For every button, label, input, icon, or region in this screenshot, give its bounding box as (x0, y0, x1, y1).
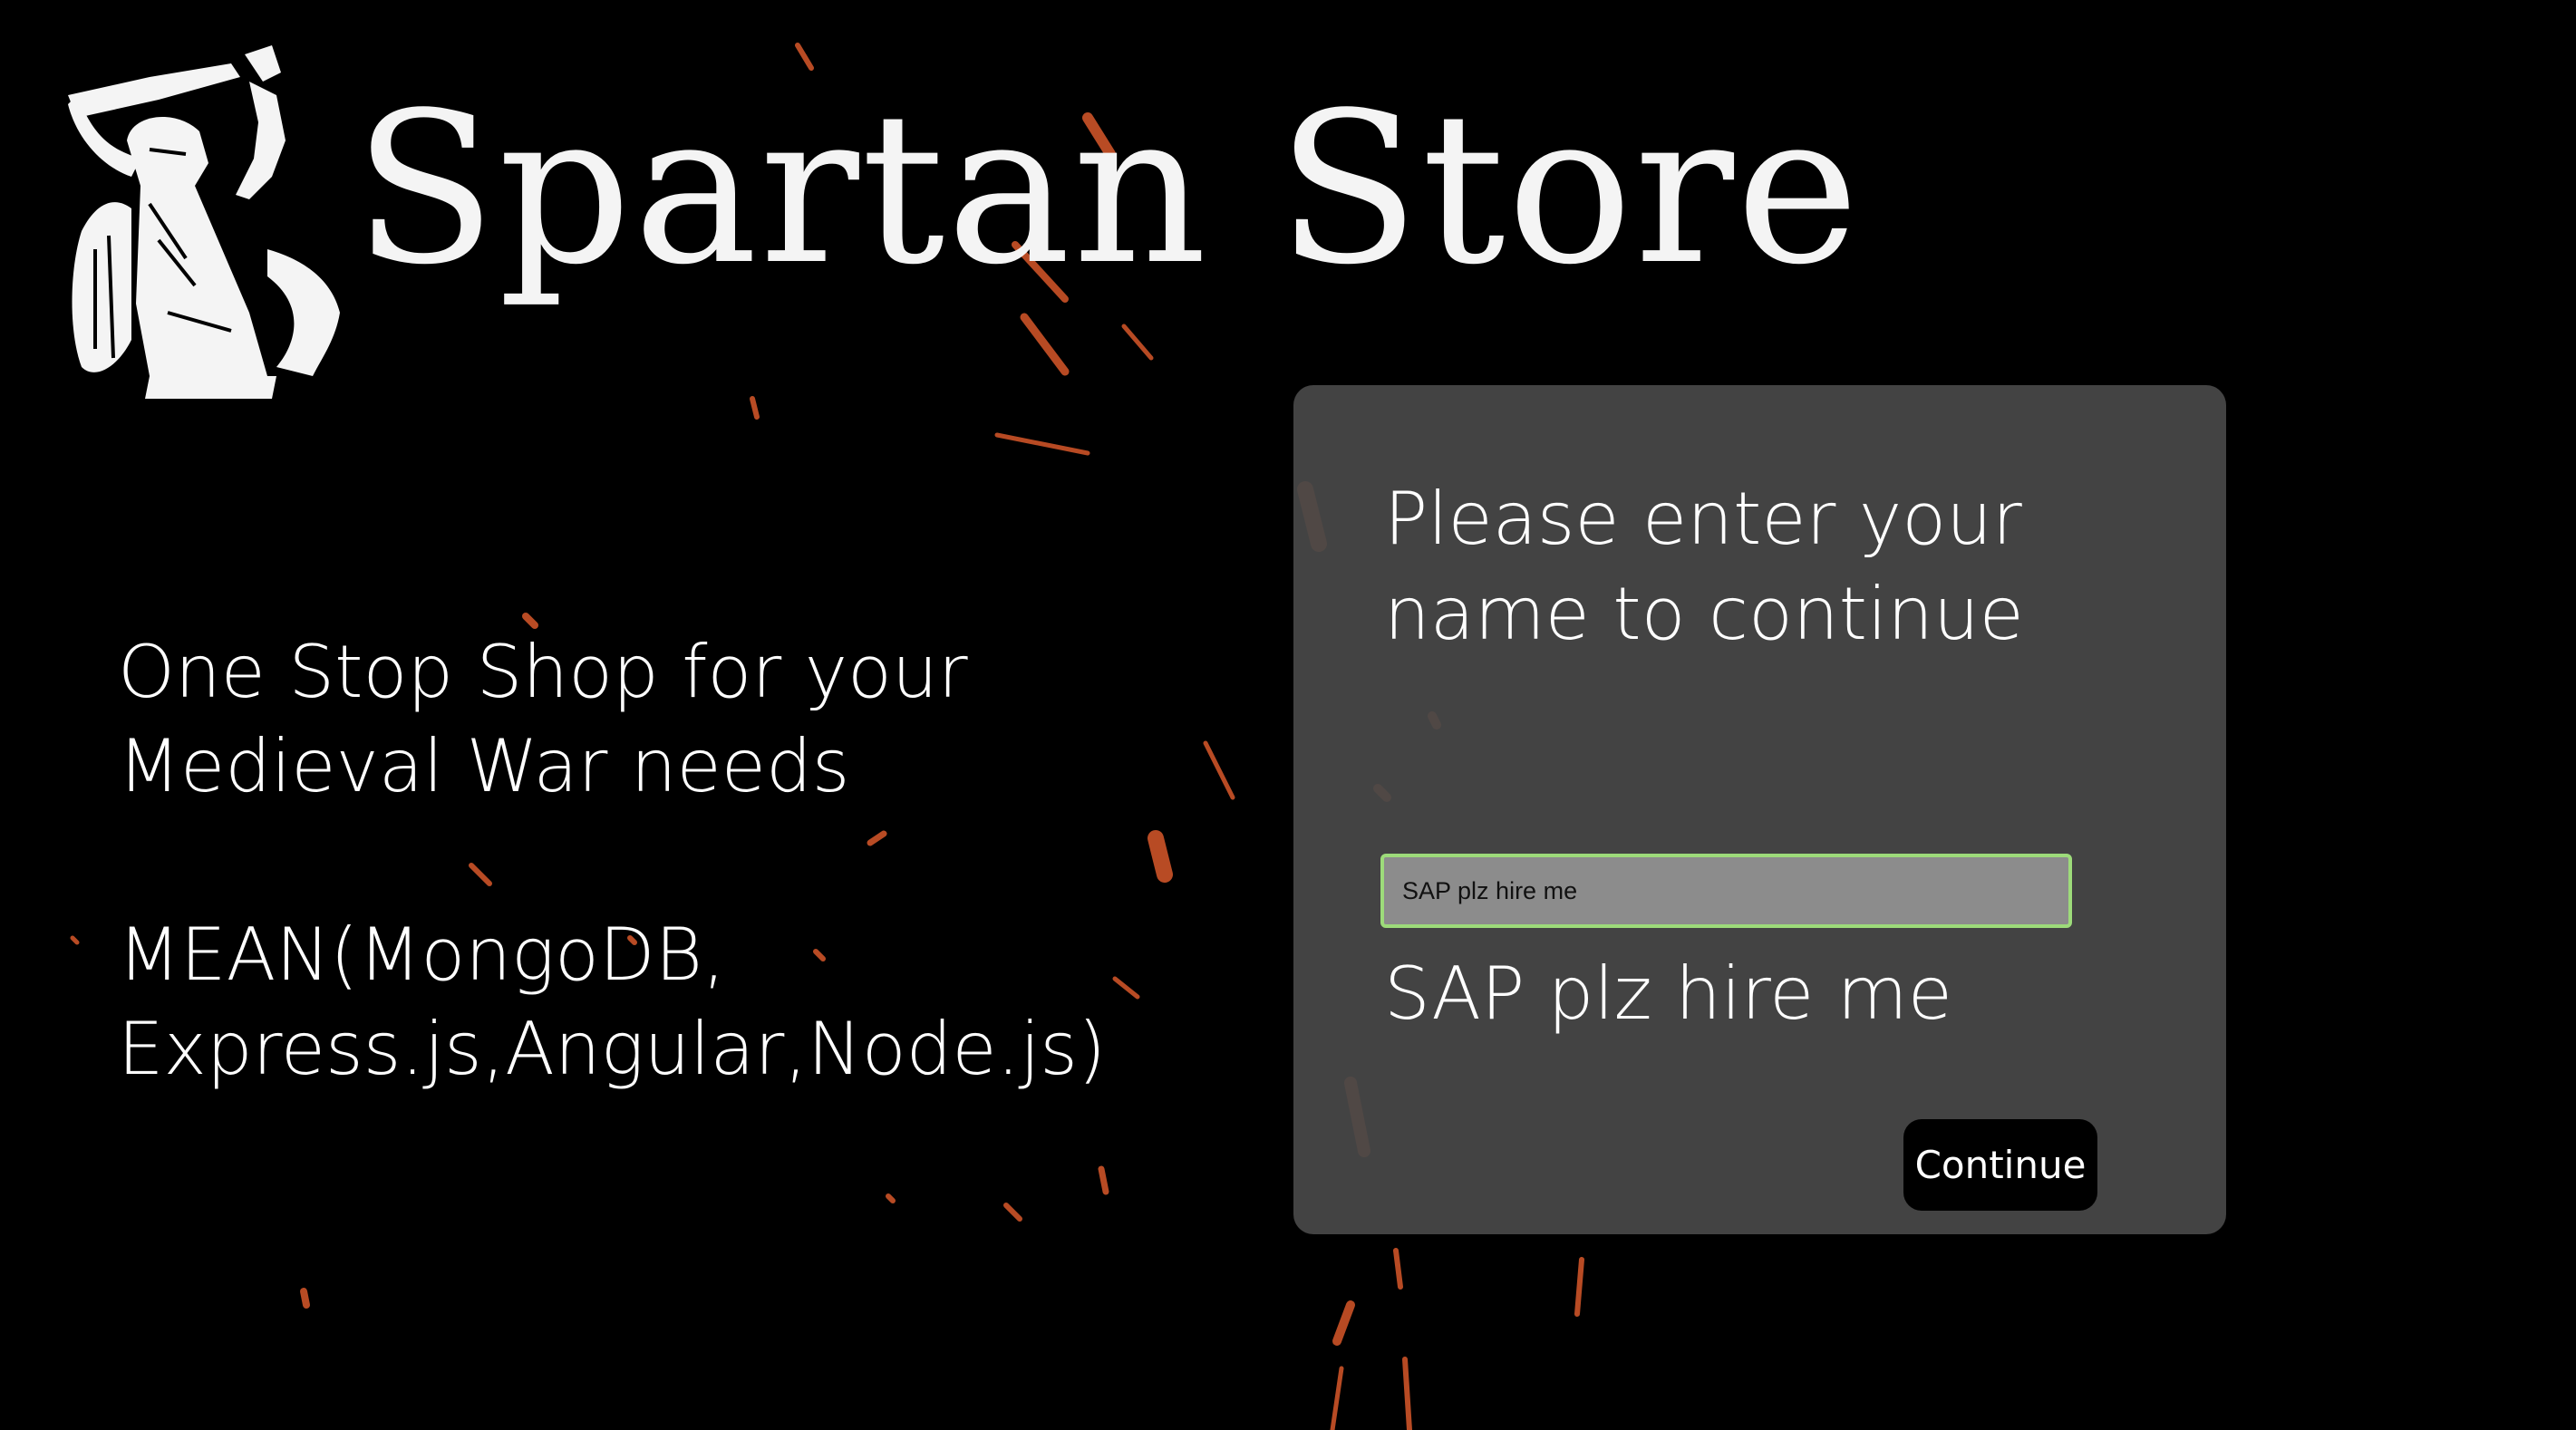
tech-stack-line: MEAN(MongoDB, Express.js,Angular,Node.js… (118, 913, 1107, 1091)
name-prompt: Please enter your name to continue (1384, 477, 2024, 656)
continue-button[interactable]: Continue (1903, 1119, 2097, 1211)
name-input[interactable] (1380, 854, 2072, 928)
tagline: One Stop Shop for your Medieval War need… (118, 625, 1115, 1097)
page: Spartan Store One Stop Shop for your Med… (0, 0, 2576, 1430)
tagline-line: One Stop Shop for your Medieval War need… (118, 630, 968, 808)
brand-title: Spartan Store (353, 69, 1862, 311)
login-card: Please enter your name to continue SAP p… (1293, 385, 2226, 1234)
spartan-warrior-icon (68, 45, 340, 399)
name-echo: SAP plz hire me (1384, 952, 1952, 1036)
